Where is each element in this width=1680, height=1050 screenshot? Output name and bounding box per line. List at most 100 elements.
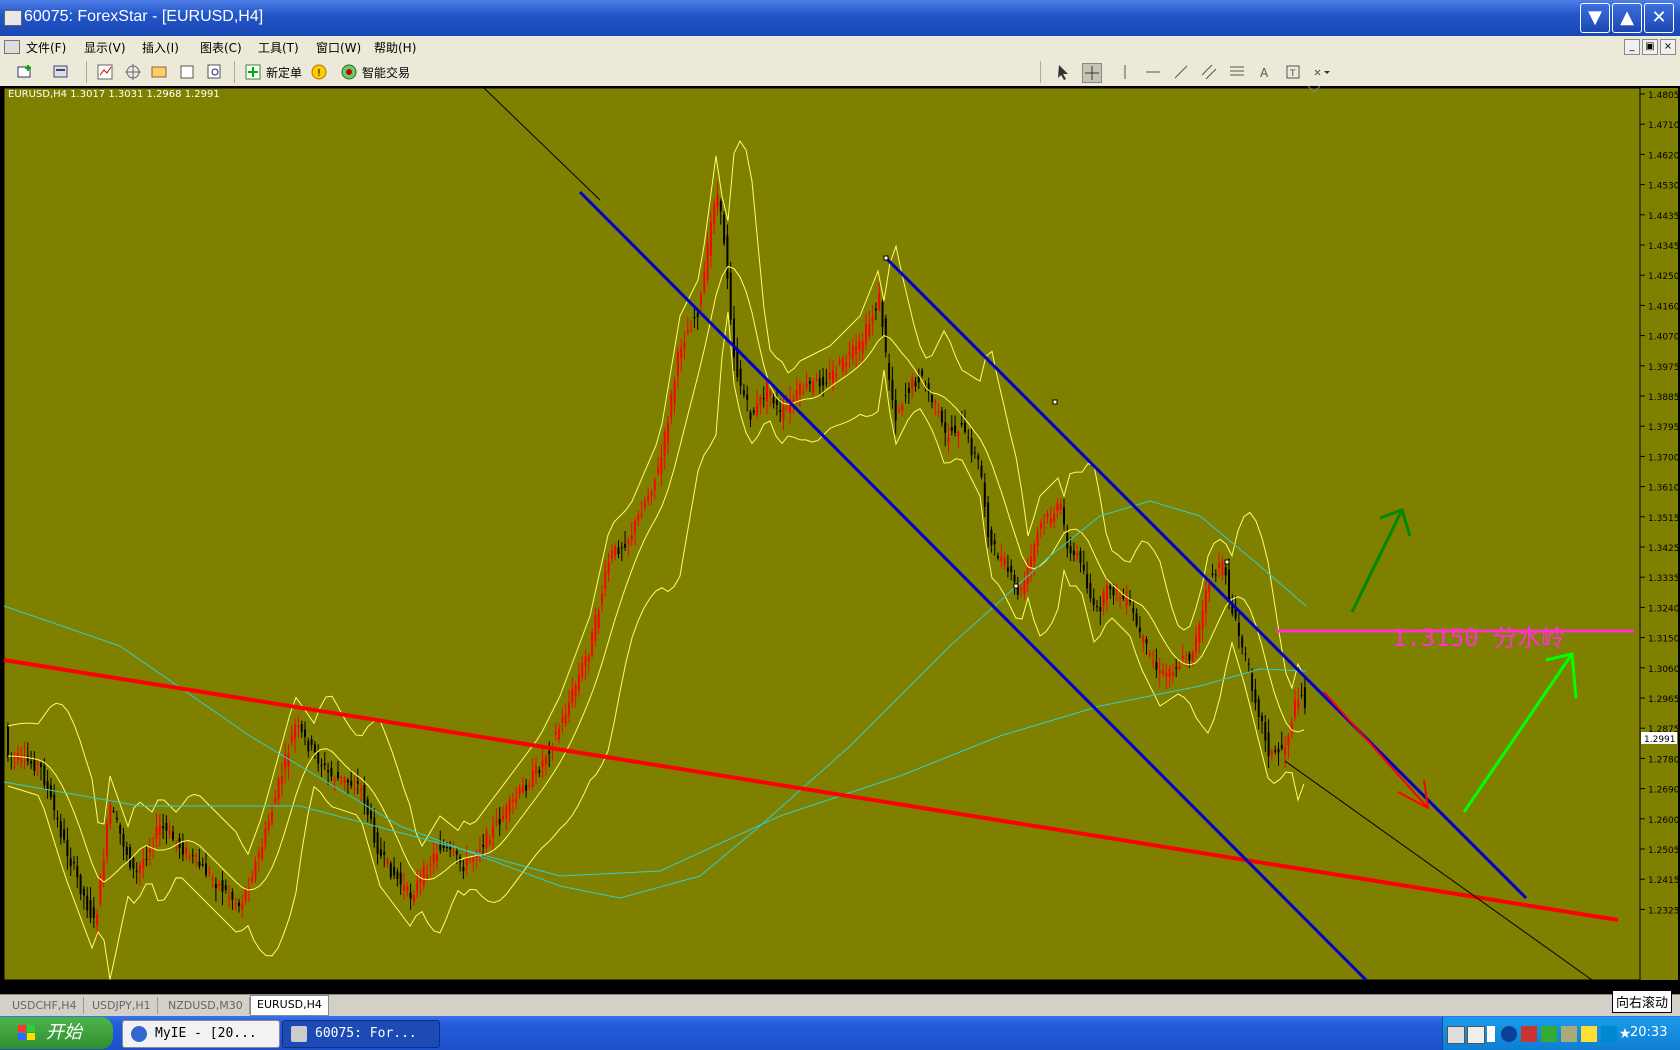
network-icon[interactable] <box>1501 1026 1517 1042</box>
tray-expand-icon[interactable] <box>1487 1026 1495 1042</box>
candle-body <box>317 751 320 764</box>
cursor-icon[interactable] <box>1054 63 1072 81</box>
candle-body <box>1089 582 1092 599</box>
candle-body <box>772 397 775 404</box>
tab-eurusd-h4[interactable]: EURUSD,H4 <box>250 995 329 1016</box>
candle-body <box>30 761 33 764</box>
candle-body <box>904 395 907 397</box>
crosshair-icon[interactable] <box>1082 63 1102 83</box>
candle-body <box>858 341 861 350</box>
expert-trading-button[interactable]: 智能交易 <box>362 64 410 81</box>
candle-body <box>937 411 940 414</box>
terminal-icon[interactable] <box>150 63 168 81</box>
close-button[interactable]: ✕ <box>1644 3 1674 33</box>
candle-body <box>86 895 89 911</box>
candle-body <box>23 754 26 756</box>
new-order-icon[interactable] <box>244 63 262 81</box>
candle-body <box>234 903 237 905</box>
menu-insert[interactable]: 插入(I) <box>138 38 183 57</box>
candle-body <box>1020 587 1023 590</box>
candle-body <box>416 881 419 892</box>
candle-body <box>706 242 709 280</box>
tray-app-icon-2[interactable] <box>1541 1026 1557 1042</box>
candle-body <box>964 422 966 433</box>
tray-app-icon[interactable] <box>1521 1026 1537 1042</box>
menu-view[interactable]: 显示(V) <box>80 38 130 57</box>
vertical-line-icon[interactable] <box>1116 63 1134 81</box>
candle-body <box>990 529 993 546</box>
candle-body <box>577 674 580 691</box>
candle-body <box>145 858 148 860</box>
fibonacci-icon[interactable] <box>1228 63 1246 81</box>
trendline-icon[interactable] <box>1172 63 1190 81</box>
task-forexstar[interactable]: 60075: For... <box>282 1020 440 1048</box>
candle-body <box>957 432 960 436</box>
candle-body <box>1228 569 1230 602</box>
time-tick-label: 12 Nov 00:00 <box>70 983 131 993</box>
tray-app-icon-3[interactable] <box>1581 1026 1597 1042</box>
candle-body <box>406 885 409 891</box>
time-tick-label: 9 Jan 20:00 <box>1091 983 1143 993</box>
arrows-dropdown-icon[interactable] <box>1312 63 1330 81</box>
candle-body <box>1148 653 1151 656</box>
navigator-icon[interactable] <box>124 63 142 81</box>
price-tick-label: 1.3060 <box>1648 665 1680 675</box>
candle-body <box>762 398 765 400</box>
tab-usdjpy-h1[interactable]: USDJPY,H1 <box>86 997 158 1014</box>
menu-window[interactable]: 窗口(W) <box>312 38 365 57</box>
mdi-close-button[interactable]: × <box>1660 39 1676 55</box>
menu-charts[interactable]: 图表(C) <box>196 38 246 57</box>
task-myie[interactable]: MyIE - [20... <box>122 1020 280 1048</box>
equidistant-channel-icon[interactable] <box>1200 63 1218 81</box>
candle-body <box>1056 503 1059 511</box>
new-order-button[interactable]: 新定单 <box>266 64 302 81</box>
time-tick-label: 14 Nov 16:00 <box>134 983 195 993</box>
price-chart[interactable]: 1.4805 1.4710 1.4620 1.4530 1.4435 1.4345 1.42… <box>0 85 1680 994</box>
zoom-icon[interactable] <box>206 63 224 81</box>
tab-nzdusd-m30[interactable]: NZDUSD,M30 <box>162 997 250 1014</box>
candle-body <box>954 425 957 434</box>
candle-body <box>129 847 132 868</box>
candle-body <box>742 390 745 396</box>
ime-icon[interactable] <box>1601 1026 1617 1042</box>
restore-button[interactable]: ▲ <box>1612 3 1642 33</box>
mdi-restore-button[interactable]: ▣ <box>1642 39 1658 55</box>
candle-body <box>515 797 518 803</box>
expert-trading-icon[interactable] <box>340 63 358 81</box>
candle-body <box>340 776 343 778</box>
text-label-icon[interactable]: T <box>1284 63 1302 81</box>
candle-body <box>1162 669 1164 674</box>
market-watch-icon[interactable] <box>96 63 114 81</box>
candle-body <box>327 770 330 773</box>
help-icon[interactable] <box>1467 1026 1485 1044</box>
candle-body <box>188 856 191 858</box>
candle-body <box>921 370 924 376</box>
chart-window[interactable]: 1.4805 1.4710 1.4620 1.4530 1.4435 1.4345 1.42… <box>0 85 1680 994</box>
tester-icon[interactable] <box>178 63 196 81</box>
candle-body <box>92 907 95 918</box>
candle-body <box>1053 513 1056 522</box>
start-button[interactable]: 开始 <box>0 1017 113 1049</box>
horizontal-line-icon[interactable] <box>1144 63 1162 81</box>
candle-body <box>581 663 584 678</box>
profiles-icon[interactable] <box>52 63 70 81</box>
tab-usdchf-h4[interactable]: USDCHF,H4 <box>6 997 84 1014</box>
price-tick-label: 1.2600 <box>1648 816 1680 826</box>
start-label: 开始 <box>46 1022 82 1043</box>
menu-tools[interactable]: 工具(T) <box>254 38 303 57</box>
new-chart-icon[interactable] <box>16 63 34 81</box>
time-tick-label: 22 Dec 08:00 <box>772 983 833 993</box>
price-tick-label: 1.4530 <box>1648 182 1680 192</box>
volume-icon[interactable] <box>1561 1026 1577 1042</box>
minimize-button[interactable]: ▼ <box>1580 3 1610 33</box>
svg-text:A: A <box>1260 66 1269 80</box>
candle-body <box>370 811 372 819</box>
mdi-minimize-button[interactable]: _ <box>1624 39 1640 55</box>
menu-help[interactable]: 帮助(H) <box>370 38 420 57</box>
keyboard-icon[interactable] <box>1447 1026 1465 1044</box>
alert-icon[interactable]: ! <box>310 63 328 81</box>
current-price-label: 1.2991 <box>1644 735 1676 745</box>
text-icon[interactable]: A <box>1256 63 1274 81</box>
time-tick-label: 30 Nov 20:00 <box>389 983 450 993</box>
menu-file[interactable]: 文件(F) <box>22 38 70 57</box>
